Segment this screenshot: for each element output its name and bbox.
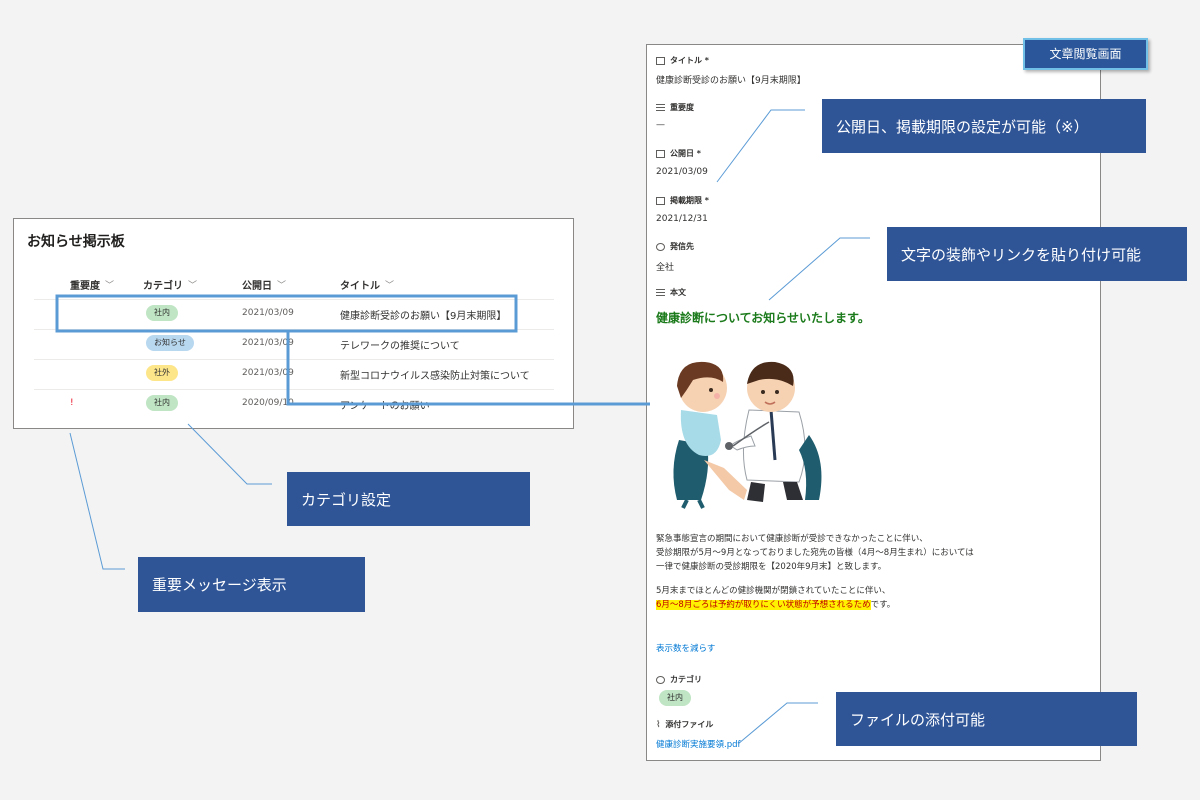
callout-dates: 公開日、掲載期限の設定が可能（※） [822,99,1146,153]
leader-line-dates [716,109,805,183]
callout-attachment: ファイルの添付可能 [836,692,1137,746]
callout-important: 重要メッセージ表示 [138,557,365,612]
highlight-connector [286,331,650,406]
leader-line-decoration [768,237,870,301]
callout-decoration: 文字の装飾やリンクを貼り付け可能 [887,227,1187,281]
leader-line-attachment [737,702,818,745]
callout-category: カテゴリ設定 [287,472,530,526]
leader-line-important [69,432,125,570]
row-highlight-box [55,294,518,333]
leader-line-category [187,423,272,485]
